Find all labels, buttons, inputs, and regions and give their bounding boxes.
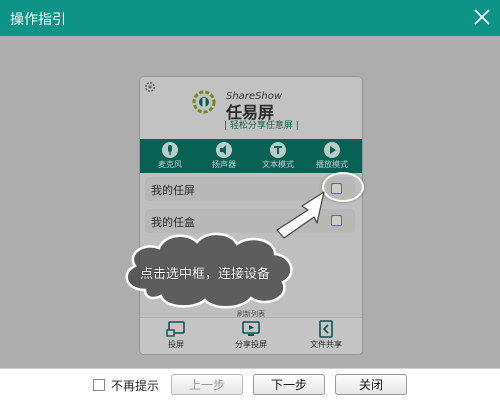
window-title: 操作指引 (10, 12, 66, 28)
close-button[interactable]: 关闭 (335, 374, 407, 395)
no-more-tips-checkbox[interactable] (93, 379, 105, 391)
prev-button[interactable]: 上一步 (171, 374, 243, 395)
title-bar: 操作指引 (0, 0, 500, 36)
next-button[interactable]: 下一步 (253, 374, 325, 395)
no-more-tips-label: 不再提示 (111, 379, 160, 393)
callout-text: 点击选中框，连接设备 (140, 267, 271, 282)
footer-bar: 不再提示 上一步 下一步 关闭 (0, 368, 500, 401)
dim-overlay (0, 36, 500, 368)
close-icon[interactable] (472, 7, 492, 27)
checkbox-highlight-ring (322, 172, 364, 202)
